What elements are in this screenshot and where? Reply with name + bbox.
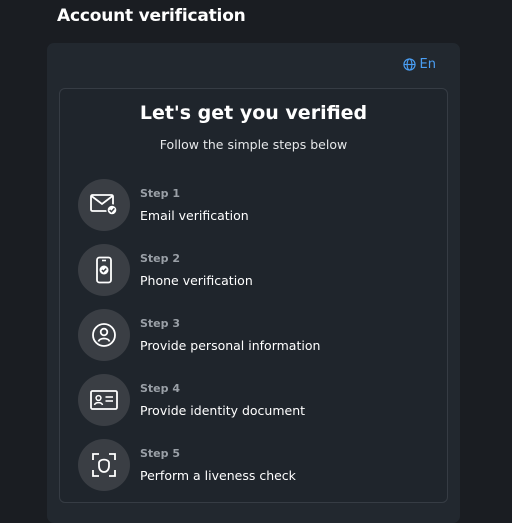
step-number: Step 3 — [140, 317, 180, 330]
step-number: Step 5 — [140, 447, 180, 460]
globe-icon — [402, 58, 416, 71]
step-label: Phone verification — [140, 273, 253, 288]
step-number: Step 1 — [140, 187, 180, 200]
step-number: Step 4 — [140, 382, 180, 395]
face-scan-icon — [78, 439, 130, 491]
person-icon — [78, 309, 130, 361]
step-label: Provide identity document — [140, 403, 306, 418]
step-label: Perform a liveness check — [140, 468, 296, 483]
steps-panel: Let's get you verified Follow the simple… — [59, 88, 448, 503]
step-phone-verification[interactable]: Step 2 Phone verification — [78, 244, 253, 296]
verification-heading: Let's get you verified — [139, 102, 368, 124]
phone-check-icon — [78, 244, 130, 296]
step-personal-information[interactable]: Step 3 Provide personal information — [78, 309, 320, 361]
step-email-verification[interactable]: Step 1 Email verification — [78, 179, 249, 231]
verification-card: En Let's get you verified Follow the sim… — [47, 43, 460, 523]
language-label: En — [419, 57, 436, 72]
page-title: Account verification — [57, 6, 246, 26]
language-selector[interactable]: En — [402, 57, 436, 72]
step-liveness-check[interactable]: Step 5 Perform a liveness check — [78, 439, 296, 491]
step-label: Provide personal information — [140, 338, 321, 353]
step-number: Step 2 — [140, 252, 180, 265]
id-card-icon — [78, 374, 130, 426]
verification-subheading: Follow the simple steps below — [159, 137, 348, 152]
email-check-icon — [78, 179, 130, 231]
step-identity-document[interactable]: Step 4 Provide identity document — [78, 374, 305, 426]
step-label: Email verification — [140, 208, 249, 223]
